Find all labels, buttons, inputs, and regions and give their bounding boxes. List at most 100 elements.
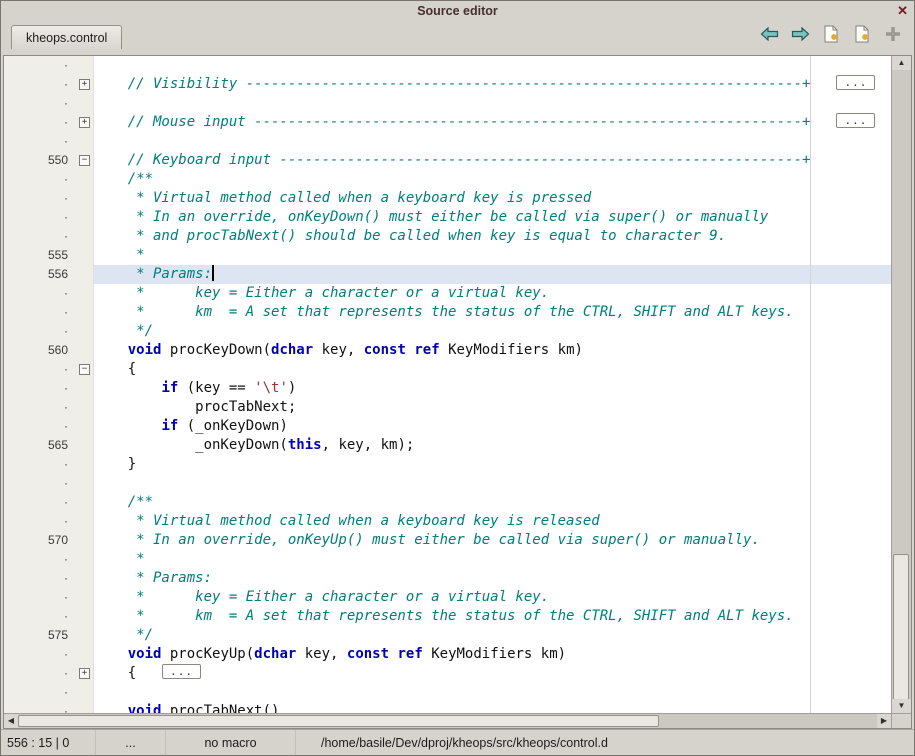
scroll-right-button[interactable]: ▶ [877,714,891,728]
code-token: { [94,361,136,377]
code-line[interactable]: * key = Either a character or a virtual … [94,588,891,607]
code-token: procKeyDown( [161,342,271,358]
editor-line: 555 * [4,246,891,265]
close-icon[interactable]: ✕ [897,3,908,19]
vertical-scroll-thumb[interactable] [893,554,909,700]
code-line[interactable]: * Params: [94,569,891,588]
code-line[interactable]: * km = A set that represents the status … [94,607,891,626]
left-arrow-icon: ◀ [8,717,14,725]
titlebar: Source editor ✕ [1,1,914,21]
gutter-line-number: · [4,379,77,398]
code-token: * Virtual method called when a keyboard … [94,190,591,206]
scroll-up-button[interactable]: ▲ [892,56,911,70]
code-line[interactable] [94,94,891,113]
code-line[interactable]: * key = Either a character or a virtual … [94,284,891,303]
jump-forward-button[interactable] [789,24,811,44]
editor-line: · [4,132,891,151]
gutter-line-number: · [4,493,77,512]
code-line[interactable]: */ [94,626,891,645]
file-path: /home/basile/Dev/dproj/kheops/src/kheops… [296,730,914,755]
code-line[interactable] [94,132,891,151]
code-line[interactable]: */ [94,322,891,341]
gutter-line-number: · [4,607,77,626]
code-line[interactable]: * [94,550,891,569]
fold-marker-icon[interactable]: + [79,668,90,679]
code-line[interactable]: * In an override, onKeyUp() must either … [94,531,891,550]
code-editor[interactable]: ··+ // Visibility ----------------------… [4,56,891,713]
horizontal-scroll-thumb[interactable] [18,715,659,727]
code-line-current[interactable]: * Params: [94,265,891,284]
editor-line: · [4,683,891,702]
gutter-line-number: · [4,208,77,227]
gutter-line-number: 560 [4,341,77,360]
folded-code-box[interactable]: ... [162,664,201,679]
horizontal-scrollbar[interactable]: ◀ ▶ [4,713,891,728]
code-token: void [128,646,162,662]
gutter-line-number: · [4,360,77,379]
code-token: procKeyUp( [161,646,254,662]
fold-marker-icon[interactable]: + [79,117,90,128]
fold-gutter: − [77,360,94,379]
code-token: void [128,342,162,358]
save-document-as-button[interactable] [851,24,873,44]
document-save-icon [823,25,839,43]
vertical-scrollbar[interactable]: ▲ ▼ [891,56,911,713]
code-token: * In an override, onKeyDown() must eithe… [94,209,768,225]
code-line[interactable]: // Mouse input -------------------------… [94,113,891,132]
code-line[interactable]: // Keyboard input ----------------------… [94,151,891,170]
code-line[interactable]: if (key == '\t') [94,379,891,398]
code-line[interactable]: procTabNext; [94,398,891,417]
code-line[interactable]: // Visibility --------------------------… [94,75,891,94]
code-line[interactable]: * Virtual method called when a keyboard … [94,189,891,208]
code-token: (_onKeyDown) [178,418,288,434]
window-title: Source editor [417,4,498,18]
folded-code-box[interactable]: ... [836,113,875,128]
code-line[interactable] [94,683,891,702]
code-token: /** [94,171,153,187]
code-line[interactable]: if (_onKeyDown) [94,417,891,436]
split-view-button[interactable] [882,24,904,44]
code-line[interactable]: void procKeyDown(dchar key, const ref Ke… [94,341,891,360]
code-line[interactable]: * [94,246,891,265]
status-ellipsis: ... [96,730,166,755]
code-line[interactable]: void procTabNext() [94,702,891,713]
jump-back-button[interactable] [758,24,780,44]
status-bar: 556 : 15 | 0 ... no macro /home/basile/D… [1,729,914,755]
code-line[interactable]: void procKeyUp(dchar key, const ref KeyM… [94,645,891,664]
code-line[interactable]: {... [94,664,891,683]
gutter-line-number: · [4,512,77,531]
editor-line: · /** [4,170,891,189]
editor-line: · * and procTabNext() should be called w… [4,227,891,246]
editor-line: 575 */ [4,626,891,645]
folded-code-box[interactable]: ... [836,75,875,90]
code-token: const [364,342,406,358]
code-line[interactable]: _onKeyDown(this, key, km); [94,436,891,455]
fold-marker-icon[interactable]: − [79,155,90,166]
code-line[interactable]: * In an override, onKeyDown() must eithe… [94,208,891,227]
editor-line: ·− { [4,360,891,379]
code-token: * Params: [94,570,212,586]
code-line[interactable] [94,56,891,75]
code-line[interactable]: * km = A set that represents the status … [94,303,891,322]
scroll-down-button[interactable]: ▼ [892,699,911,713]
code-line[interactable]: /** [94,170,891,189]
code-token: * key = Either a character or a virtual … [94,285,549,301]
editor-frame: ··+ // Visibility ----------------------… [3,55,912,729]
up-arrow-icon: ▲ [898,59,906,67]
code-line[interactable]: * and procTabNext() should be called whe… [94,227,891,246]
fold-marker-icon[interactable]: + [79,79,90,90]
fold-marker-icon[interactable]: − [79,364,90,375]
code-line[interactable]: * Virtual method called when a keyboard … [94,512,891,531]
editor-line: 556 * Params: [4,265,891,284]
code-line[interactable]: { [94,360,891,379]
scroll-left-button[interactable]: ◀ [4,714,18,728]
code-line[interactable] [94,474,891,493]
code-token: */ [94,627,153,643]
code-line[interactable]: } [94,455,891,474]
code-line[interactable]: /** [94,493,891,512]
save-document-button[interactable] [820,24,842,44]
tab-kheops-control[interactable]: kheops.control [11,25,122,49]
code-token [94,342,128,358]
code-token: } [94,456,136,472]
gutter-line-number: · [4,170,77,189]
